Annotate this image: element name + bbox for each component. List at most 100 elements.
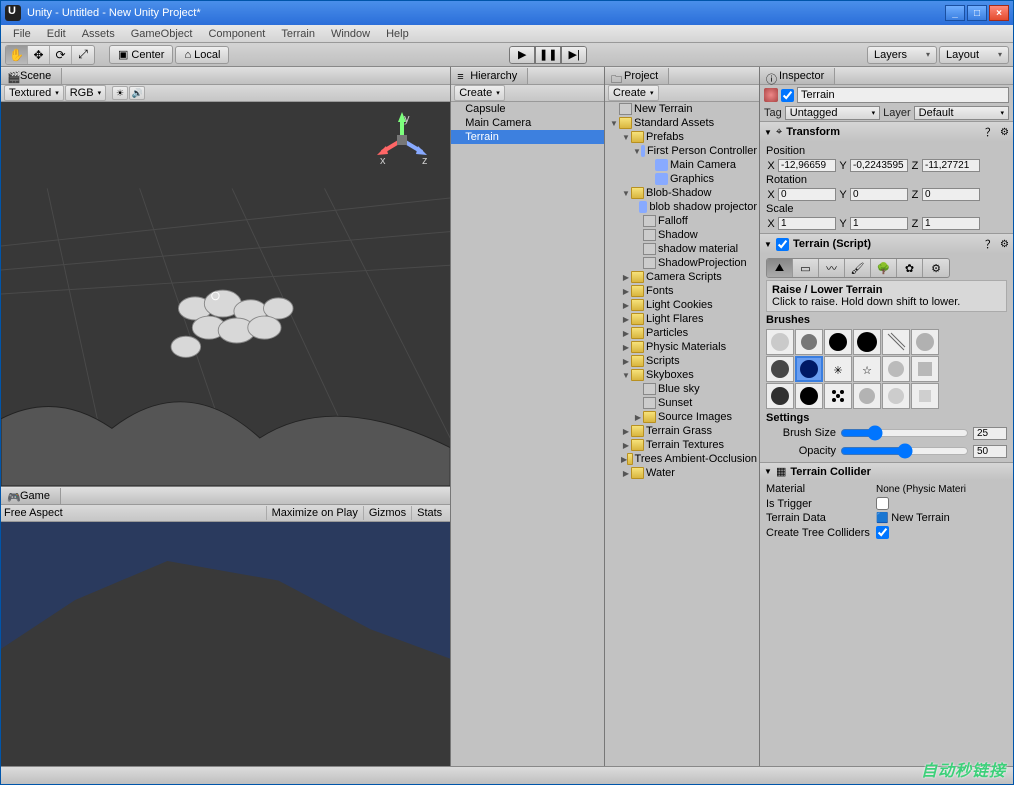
raise-lower-tool[interactable]: ⛰	[767, 259, 793, 277]
brush-item[interactable]	[795, 356, 823, 382]
project-create-dropdown[interactable]: Create	[608, 85, 659, 101]
project-tree-item[interactable]: shadow material	[605, 242, 759, 256]
project-tree-item[interactable]: ▼Standard Assets	[605, 116, 759, 130]
stats-toggle[interactable]: Stats	[411, 506, 447, 520]
menu-component[interactable]: Component	[200, 26, 273, 42]
project-tree-item[interactable]: ▶Trees Ambient-Occlusion	[605, 452, 759, 466]
position-z-input[interactable]	[922, 159, 980, 172]
foldout-icon[interactable]: ▼	[609, 119, 619, 128]
opacity-slider[interactable]	[840, 443, 969, 459]
brush-item[interactable]	[853, 329, 881, 355]
project-tree[interactable]: New Terrain▼Standard Assets▼Prefabs▼Firs…	[605, 102, 759, 766]
foldout-icon[interactable]: ▶	[621, 315, 631, 324]
brush-item[interactable]	[853, 383, 881, 409]
layers-dropdown[interactable]: Layers	[867, 46, 937, 64]
component-help-icon[interactable]: ？	[985, 124, 996, 140]
foldout-icon[interactable]: ▶	[621, 287, 631, 296]
brush-item[interactable]	[882, 383, 910, 409]
brush-size-slider[interactable]	[840, 425, 969, 441]
set-height-tool[interactable]: ▭	[793, 259, 819, 277]
project-tree-item[interactable]: ▼Skyboxes	[605, 368, 759, 382]
menu-terrain[interactable]: Terrain	[273, 26, 323, 42]
brush-item[interactable]	[795, 383, 823, 409]
project-tree-item[interactable]: ▶Water	[605, 466, 759, 480]
place-trees-tool[interactable]: 🌳	[871, 259, 897, 277]
brush-item[interactable]	[766, 383, 794, 409]
project-tree-item[interactable]: Main Camera	[605, 158, 759, 172]
game-tab[interactable]: 🎮 Game	[1, 488, 61, 504]
scene-tab[interactable]: 🎬 Scene	[1, 68, 62, 84]
gizmos-toggle[interactable]: Gizmos	[363, 506, 411, 520]
move-tool-button[interactable]: ✥	[28, 46, 50, 64]
project-tree-item[interactable]: ShadowProjection	[605, 256, 759, 270]
foldout-icon[interactable]: ▶	[621, 469, 631, 478]
close-button[interactable]: ×	[989, 5, 1009, 21]
paint-details-tool[interactable]: ✿	[897, 259, 923, 277]
step-button[interactable]: ▶|	[561, 46, 587, 64]
layer-dropdown[interactable]: Default	[914, 106, 1009, 120]
maximize-button[interactable]: □	[967, 5, 987, 21]
brush-item[interactable]	[766, 329, 794, 355]
brush-item[interactable]	[795, 329, 823, 355]
hierarchy-list[interactable]: Capsule Main Camera Terrain	[451, 102, 604, 766]
game-aspect-dropdown[interactable]: Free Aspect	[4, 507, 63, 519]
scale-z-input[interactable]	[922, 217, 980, 230]
project-tab[interactable]: 🗀 Project	[605, 68, 669, 84]
minimize-button[interactable]: _	[945, 5, 965, 21]
terrain-enabled-checkbox[interactable]	[776, 238, 789, 251]
menu-window[interactable]: Window	[323, 26, 378, 42]
gameobject-active-checkbox[interactable]	[781, 89, 794, 102]
paint-texture-tool[interactable]: 🖌	[845, 259, 871, 277]
brush-item[interactable]	[882, 329, 910, 355]
tag-dropdown[interactable]: Untagged	[785, 106, 880, 120]
project-tree-item[interactable]: ▶Terrain Textures	[605, 438, 759, 452]
gear-icon[interactable]: ⚙	[1000, 127, 1009, 138]
gameobject-name-input[interactable]	[797, 87, 1009, 103]
rotation-x-input[interactable]	[778, 188, 836, 201]
foldout-icon[interactable]: ▼	[621, 371, 631, 380]
scale-y-input[interactable]	[850, 217, 908, 230]
foldout-icon[interactable]: ▼	[633, 147, 641, 156]
foldout-icon[interactable]: ▼	[621, 189, 631, 198]
hierarchy-tab[interactable]: ≡ Hierarchy	[451, 68, 528, 84]
pause-button[interactable]: ❚❚	[535, 46, 561, 64]
scene-render-dropdown[interactable]: RGB	[65, 85, 106, 101]
create-tree-checkbox[interactable]	[876, 526, 889, 539]
scale-x-input[interactable]	[778, 217, 836, 230]
foldout-icon[interactable]: ▶	[621, 427, 631, 436]
rotation-y-input[interactable]	[850, 188, 908, 201]
position-y-input[interactable]	[850, 159, 908, 172]
project-tree-item[interactable]: Graphics	[605, 172, 759, 186]
scene-audio-toggle[interactable]: 🔊	[129, 86, 145, 100]
hierarchy-create-dropdown[interactable]: Create	[454, 85, 505, 101]
brush-item[interactable]	[824, 329, 852, 355]
project-tree-item[interactable]: ▶Particles	[605, 326, 759, 340]
scene-light-toggle[interactable]: ☀	[112, 86, 128, 100]
menu-help[interactable]: Help	[378, 26, 417, 42]
project-tree-item[interactable]: New Terrain	[605, 102, 759, 116]
brush-item[interactable]: ✳	[824, 356, 852, 382]
project-tree-item[interactable]: ▶Fonts	[605, 284, 759, 298]
foldout-icon[interactable]: ▶	[621, 343, 631, 352]
brush-item[interactable]	[882, 356, 910, 382]
project-tree-item[interactable]: Shadow	[605, 228, 759, 242]
inspector-tab[interactable]: ⓘ Inspector	[760, 68, 835, 84]
foldout-icon[interactable]: ▶	[621, 357, 631, 366]
scale-tool-button[interactable]: ⤢	[72, 46, 94, 64]
rotate-tool-button[interactable]: ⟳	[50, 46, 72, 64]
menu-edit[interactable]: Edit	[39, 26, 74, 42]
menu-gameobject[interactable]: GameObject	[123, 26, 201, 42]
scene-view[interactable]: x y z	[1, 102, 450, 486]
brush-item[interactable]	[911, 383, 939, 409]
foldout-icon[interactable]: ▶	[621, 441, 631, 450]
project-tree-item[interactable]: ▶Source Images	[605, 410, 759, 424]
hierarchy-item[interactable]: Terrain	[451, 130, 604, 144]
brush-item[interactable]	[766, 356, 794, 382]
gear-icon[interactable]: ⚙	[1000, 239, 1009, 250]
position-x-input[interactable]	[778, 159, 836, 172]
menu-assets[interactable]: Assets	[74, 26, 123, 42]
play-button[interactable]: ▶	[509, 46, 535, 64]
brush-item[interactable]	[911, 356, 939, 382]
project-tree-item[interactable]: Falloff	[605, 214, 759, 228]
terrain-foldout-icon[interactable]: ▼	[764, 240, 772, 249]
